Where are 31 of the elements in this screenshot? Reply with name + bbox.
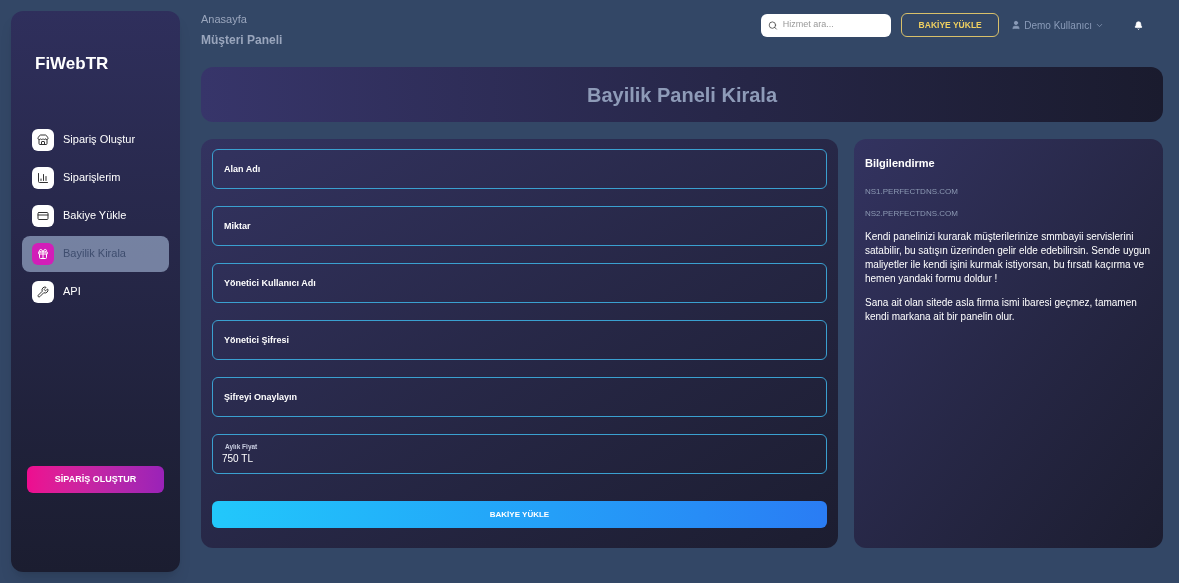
order-button[interactable]: SİPARİŞ OLUŞTUR xyxy=(27,466,164,493)
input-field[interactable]: Yönetici Kullanıcı Adı xyxy=(212,263,827,303)
info-paragraph: Kendi panelinizi kurarak müşterilerinize smmbayii servislerini satabilir, bu satışın üzerinden gelir elde edebilirsin. Sende uygun maliyetler ile kendi işini kurmak istiyorsan, bu fırsatı kaçırma ve hemen yandaki formu doldur ! xyxy=(865,229,1152,286)
input-field[interactable]: Alan Adı xyxy=(212,149,827,189)
info-paragraph: Sana ait olan sitede asla firma ismi ibaresi geçmez, tamamen kendi markana ait bir panelin olur. xyxy=(865,295,1138,324)
input-field[interactable]: Şifreyi Onaylayın xyxy=(212,377,827,417)
nameserver: NS2.PERFECTDNS.COM xyxy=(865,207,959,220)
breadcrumb[interactable]: Anasayfa xyxy=(201,11,283,28)
user-icon xyxy=(1011,20,1022,30)
sidebar-item[interactable]: Siparişlerim xyxy=(22,159,169,196)
gift-icon xyxy=(37,247,49,260)
input-field[interactable]: Yönetici Şifresi xyxy=(212,320,827,360)
sidebar-item[interactable]: Sipariş Oluştur xyxy=(22,121,169,158)
input-field[interactable]: Miktar xyxy=(212,206,827,246)
chart-icon xyxy=(37,171,49,184)
balance-button[interactable]: BAKİYE YÜKLE xyxy=(901,13,1000,37)
price-field[interactable]: 750 TL xyxy=(222,451,817,467)
tools-icon xyxy=(37,285,49,298)
bell-icon[interactable] xyxy=(1134,20,1143,30)
search-icon xyxy=(768,19,778,31)
nameserver: NS1.PERFECTDNS.COM xyxy=(865,185,959,198)
store-icon xyxy=(37,133,49,146)
sidebar-item[interactable]: API xyxy=(22,273,169,310)
search-box[interactable]: Hizmet ara... xyxy=(761,13,892,37)
page-heading: Müşteri Paneli xyxy=(201,31,283,49)
info-title: Bilgilendirme xyxy=(865,156,936,171)
page-title: Bayilik Paneli Kirala xyxy=(586,82,778,108)
sidebar-item[interactable]: Bakiye Yükle xyxy=(22,197,169,234)
card-icon xyxy=(37,209,49,222)
search-field[interactable]: Hizmet ara... xyxy=(782,18,885,32)
logo: FiWebTR xyxy=(35,53,110,75)
